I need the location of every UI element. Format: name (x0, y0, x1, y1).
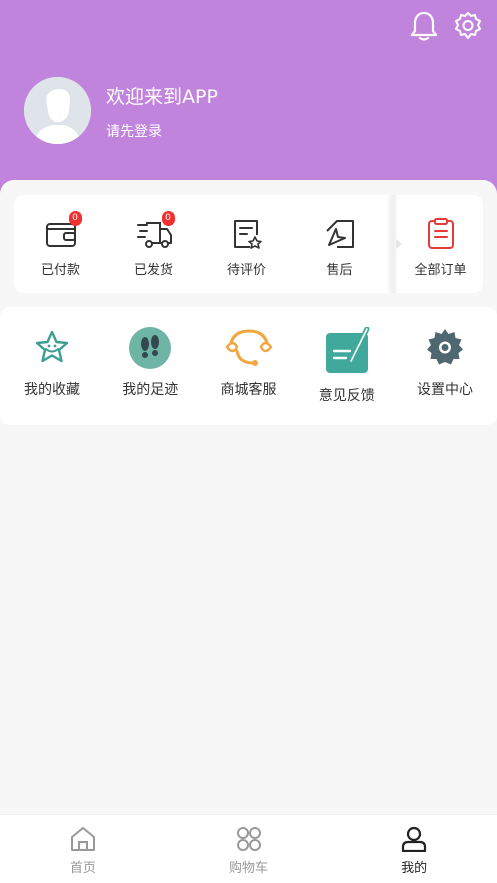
all-orders-button[interactable]: 全部订单 (398, 195, 483, 293)
service-feedback-label: 意见反馈 (318, 388, 375, 404)
header-actions (409, 10, 483, 42)
service-customer-support[interactable]: 商城客服 (205, 307, 293, 425)
content-card: 0 已付款 0 已发货 待评价 售后 全部订单 我的收藏 我的足迹 商城客服 意… (0, 180, 497, 820)
order-divider (386, 195, 402, 293)
star-icon (35, 330, 69, 363)
order-shipped-label: 已发货 (133, 263, 173, 278)
tab-home-label: 首页 (69, 861, 96, 876)
shipped-count-badge: 0 (161, 211, 175, 226)
service-settings[interactable]: 设置中心 (401, 307, 489, 425)
default-avatar-icon (24, 77, 91, 144)
cart-icon (236, 827, 261, 851)
service-settings-label: 设置中心 (417, 382, 473, 398)
service-panel: 我的收藏 我的足迹 商城客服 意见反馈 设置中心 (0, 307, 497, 425)
tab-mine-label: 我的 (401, 861, 428, 876)
order-panel: 0 已付款 0 已发货 待评价 售后 全部订单 (14, 195, 483, 293)
tab-cart-label: 购物车 (229, 861, 269, 876)
all-orders-label: 全部订单 (414, 263, 467, 278)
settings-icon[interactable] (453, 10, 483, 42)
order-after-sale[interactable]: 售后 (293, 195, 386, 293)
review-icon (233, 220, 262, 249)
order-paid-label: 已付款 (40, 263, 80, 278)
tab-cart[interactable]: 购物车 (166, 815, 332, 883)
service-footprints-label: 我的足迹 (122, 382, 179, 398)
order-shipped[interactable]: 0 已发货 (107, 195, 200, 293)
paid-count-badge: 0 (68, 211, 82, 226)
order-after-sale-label: 售后 (326, 263, 353, 278)
service-customer-support-label: 商城客服 (220, 382, 277, 398)
login-link[interactable]: 请先登录 (106, 121, 162, 141)
avatar[interactable] (24, 77, 91, 144)
profile-header: 欢迎来到APP 请先登录 (0, 0, 497, 205)
service-favorites-label: 我的收藏 (24, 382, 80, 398)
order-to-review[interactable]: 待评价 (200, 195, 293, 293)
order-list-icon (427, 218, 454, 249)
user-icon (402, 826, 427, 852)
headset-icon (224, 329, 273, 366)
service-favorites[interactable]: 我的收藏 (8, 307, 96, 425)
footprint-icon (129, 327, 172, 369)
after-sale-icon (325, 220, 354, 248)
order-to-review-label: 待评价 (226, 263, 266, 278)
tab-home[interactable]: 首页 (0, 815, 166, 883)
welcome-text: 欢迎来到APP (106, 86, 218, 108)
order-paid[interactable]: 0 已付款 (14, 195, 107, 293)
bell-icon[interactable] (409, 10, 439, 42)
feedback-icon (325, 327, 370, 373)
gear-icon (427, 329, 463, 365)
service-footprints[interactable]: 我的足迹 (106, 307, 194, 425)
bottom-tab-bar: 首页 购物车 我的 (0, 814, 497, 883)
service-feedback[interactable]: 意见反馈 (303, 307, 391, 425)
tab-mine[interactable]: 我的 (331, 815, 497, 883)
home-icon (70, 827, 95, 851)
